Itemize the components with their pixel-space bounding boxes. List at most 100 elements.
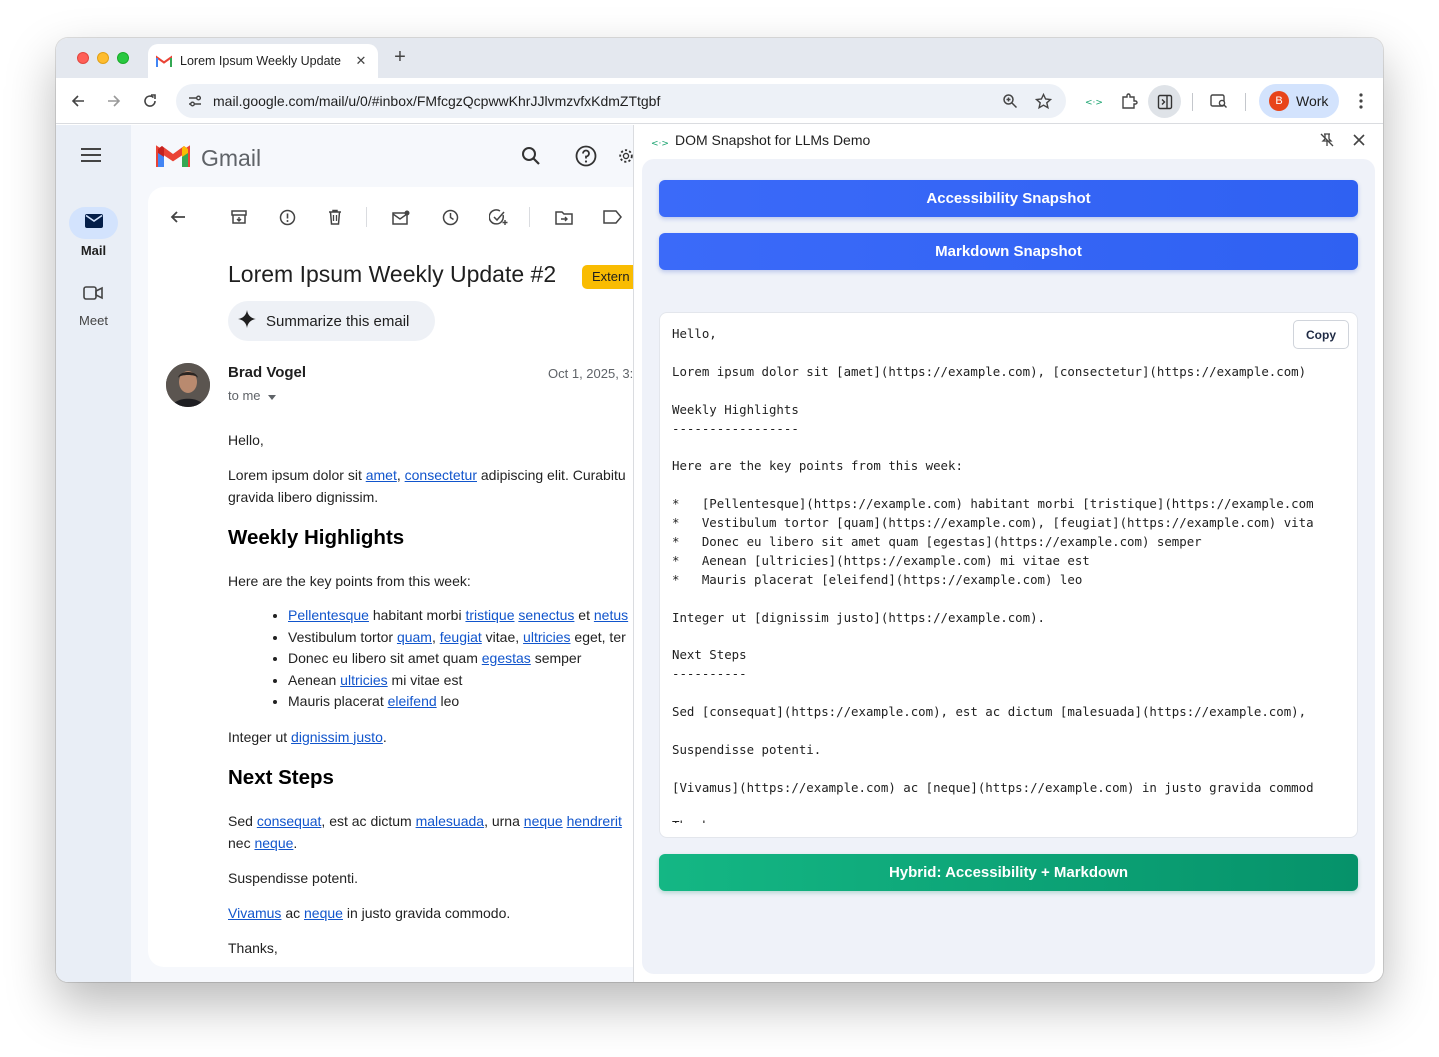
extensions-puzzle-icon[interactable] — [1117, 89, 1141, 113]
mark-unread-icon[interactable] — [391, 207, 411, 227]
back-to-inbox-icon[interactable] — [168, 207, 188, 227]
site-settings-icon[interactable] — [183, 89, 207, 113]
unpin-icon[interactable] — [1320, 133, 1334, 152]
copy-button[interactable]: Copy — [1293, 320, 1349, 349]
move-to-folder-icon[interactable] — [554, 207, 574, 227]
link-consectetur[interactable]: consectetur — [405, 467, 477, 483]
vivamus-paragraph: Vivamus ac neque in justo gravida commod… — [228, 904, 511, 921]
profile-button[interactable]: B Work — [1259, 84, 1339, 118]
extension-dom-snapshot-icon[interactable]: <·> — [1082, 89, 1106, 113]
maximize-window-button[interactable] — [117, 52, 129, 64]
link-consequat[interactable]: consequat — [257, 813, 322, 829]
report-spam-icon[interactable] — [277, 207, 297, 227]
archive-icon[interactable] — [229, 207, 249, 227]
toolbar-divider — [1245, 93, 1246, 111]
delete-trash-icon[interactable] — [325, 207, 345, 227]
avatar: B — [1269, 91, 1289, 111]
heading-weekly-highlights: Weekly Highlights — [228, 526, 405, 549]
side-panel-header: <·> DOM Snapshot for LLMs Demo — [634, 125, 1383, 155]
link-neque[interactable]: neque — [524, 813, 563, 829]
tab-gmail[interactable]: Lorem Ipsum Weekly Update ✕ — [148, 44, 378, 78]
link-egestas[interactable]: egestas — [482, 650, 531, 666]
link-malesuada[interactable]: malesuada — [416, 813, 485, 829]
email-body: Hello, Lorem ipsum dolor sit amet, conse… — [228, 429, 634, 972]
link-hendrerit[interactable]: hendrerit — [567, 813, 622, 829]
help-icon[interactable] — [574, 144, 598, 168]
toolbar-divider — [1192, 93, 1193, 111]
link-pellentesque[interactable]: Pellentesque — [288, 607, 369, 623]
side-panel-icon[interactable] — [1148, 85, 1181, 118]
list-item: Mauris placerat eleifend leo — [288, 691, 634, 713]
sparkle-icon — [238, 309, 256, 333]
tab-search-icon[interactable] — [1207, 89, 1231, 113]
email-date: Oct 1, 2025, 3: — [548, 366, 634, 381]
toolbar-divider — [529, 207, 530, 227]
link-tristique[interactable]: tristique — [465, 607, 514, 623]
add-task-icon[interactable] — [488, 207, 508, 227]
back-arrow-icon[interactable] — [66, 89, 90, 113]
zoom-icon[interactable] — [998, 89, 1022, 113]
accessibility-snapshot-button[interactable]: Accessibility Snapshot — [659, 180, 1358, 217]
link-ultricies[interactable]: ultricies — [523, 629, 570, 645]
search-icon[interactable] — [519, 144, 543, 168]
rail-mail-label: Mail — [80, 243, 107, 258]
rail-meet-label: Meet — [79, 313, 108, 328]
markdown-snapshot-button[interactable]: Markdown Snapshot — [659, 233, 1358, 270]
sender-name[interactable]: Brad Vogel — [228, 364, 306, 381]
to-me-label: to me — [228, 388, 261, 403]
summarize-email-button[interactable]: Summarize this email — [228, 301, 435, 341]
heading-next-steps: Next Steps — [228, 765, 334, 789]
gmail-logo[interactable]: Gmail — [156, 143, 261, 173]
link-senectus[interactable]: senectus — [518, 607, 574, 623]
email-view: Lorem Ipsum Weekly Update #2 Extern Summ… — [148, 187, 634, 967]
list-item: Aenean ultricies mi vitae est — [288, 670, 634, 692]
snooze-clock-icon[interactable] — [440, 207, 460, 227]
highlights-intro: Here are the key points from this week: — [228, 573, 471, 589]
list-item: Donec eu libero sit amet quam egestas se… — [288, 648, 634, 670]
side-panel: <·> DOM Snapshot for LLMs Demo Accessibi… — [634, 125, 1383, 982]
address-bar[interactable]: mail.google.com/mail/u/0/#inbox/FMfcgzQc… — [176, 84, 1066, 118]
settings-gear-icon[interactable] — [618, 144, 634, 168]
link-amet[interactable]: amet — [366, 467, 397, 483]
hybrid-snapshot-button[interactable]: Hybrid: Accessibility + Markdown — [659, 854, 1358, 891]
reload-icon[interactable] — [138, 89, 162, 113]
url-text: mail.google.com/mail/u/0/#inbox/FMfcgzQc… — [213, 93, 661, 109]
link-dignissim-justo[interactable]: dignissim justo — [291, 729, 383, 745]
bookmark-star-icon[interactable] — [1031, 89, 1055, 113]
email-subject: Lorem Ipsum Weekly Update #2 — [228, 261, 557, 287]
link-vivamus[interactable]: Vivamus — [228, 905, 281, 921]
markdown-output-box[interactable]: Hello, Lorem ipsum dolor sit [amet](http… — [659, 312, 1358, 838]
browser-toolbar: mail.google.com/mail/u/0/#inbox/FMfcgzQc… — [56, 78, 1383, 124]
link-netus[interactable]: netus — [594, 607, 628, 623]
side-panel-title: DOM Snapshot for LLMs Demo — [675, 132, 871, 148]
recipient-details[interactable]: to me — [228, 388, 276, 403]
close-icon[interactable]: ✕ — [352, 52, 370, 70]
main-menu-icon[interactable] — [81, 147, 105, 171]
link-ultricies[interactable]: ultricies — [340, 672, 387, 688]
markdown-output-text[interactable]: Hello, Lorem ipsum dolor sit [amet](http… — [672, 325, 1352, 823]
link-neque[interactable]: neque — [254, 835, 293, 851]
new-tab-button[interactable]: + — [390, 47, 410, 68]
svg-text:<·>: <·> — [651, 139, 669, 148]
link-eleifend[interactable]: eleifend — [388, 693, 437, 709]
chevron-down-icon — [267, 388, 276, 403]
rail-mail-button[interactable] — [69, 207, 118, 239]
tab-strip: Lorem Ipsum Weekly Update ✕ + — [56, 38, 1383, 78]
tab-title: Lorem Ipsum Weekly Update — [180, 54, 341, 68]
close-icon[interactable] — [1353, 133, 1365, 151]
more-menu-icon[interactable] — [1349, 89, 1373, 113]
gmail-m-icon — [156, 143, 190, 173]
link-feugiat[interactable]: feugiat — [440, 629, 482, 645]
link-quam[interactable]: quam — [397, 629, 432, 645]
highlights-list: Pellentesque habitant morbi tristique se… — [288, 605, 634, 713]
greeting-paragraph: Hello, — [228, 432, 264, 448]
svg-text:<·>: <·> — [1085, 98, 1103, 107]
sender-avatar[interactable] — [166, 363, 210, 407]
label-tag-icon[interactable] — [602, 207, 622, 227]
gmail-wordmark: Gmail — [201, 144, 262, 171]
forward-arrow-icon[interactable] — [102, 89, 126, 113]
close-window-button[interactable] — [77, 52, 89, 64]
link-neque[interactable]: neque — [304, 905, 343, 921]
minimize-window-button[interactable] — [97, 52, 109, 64]
meet-camera-icon[interactable] — [81, 281, 105, 305]
